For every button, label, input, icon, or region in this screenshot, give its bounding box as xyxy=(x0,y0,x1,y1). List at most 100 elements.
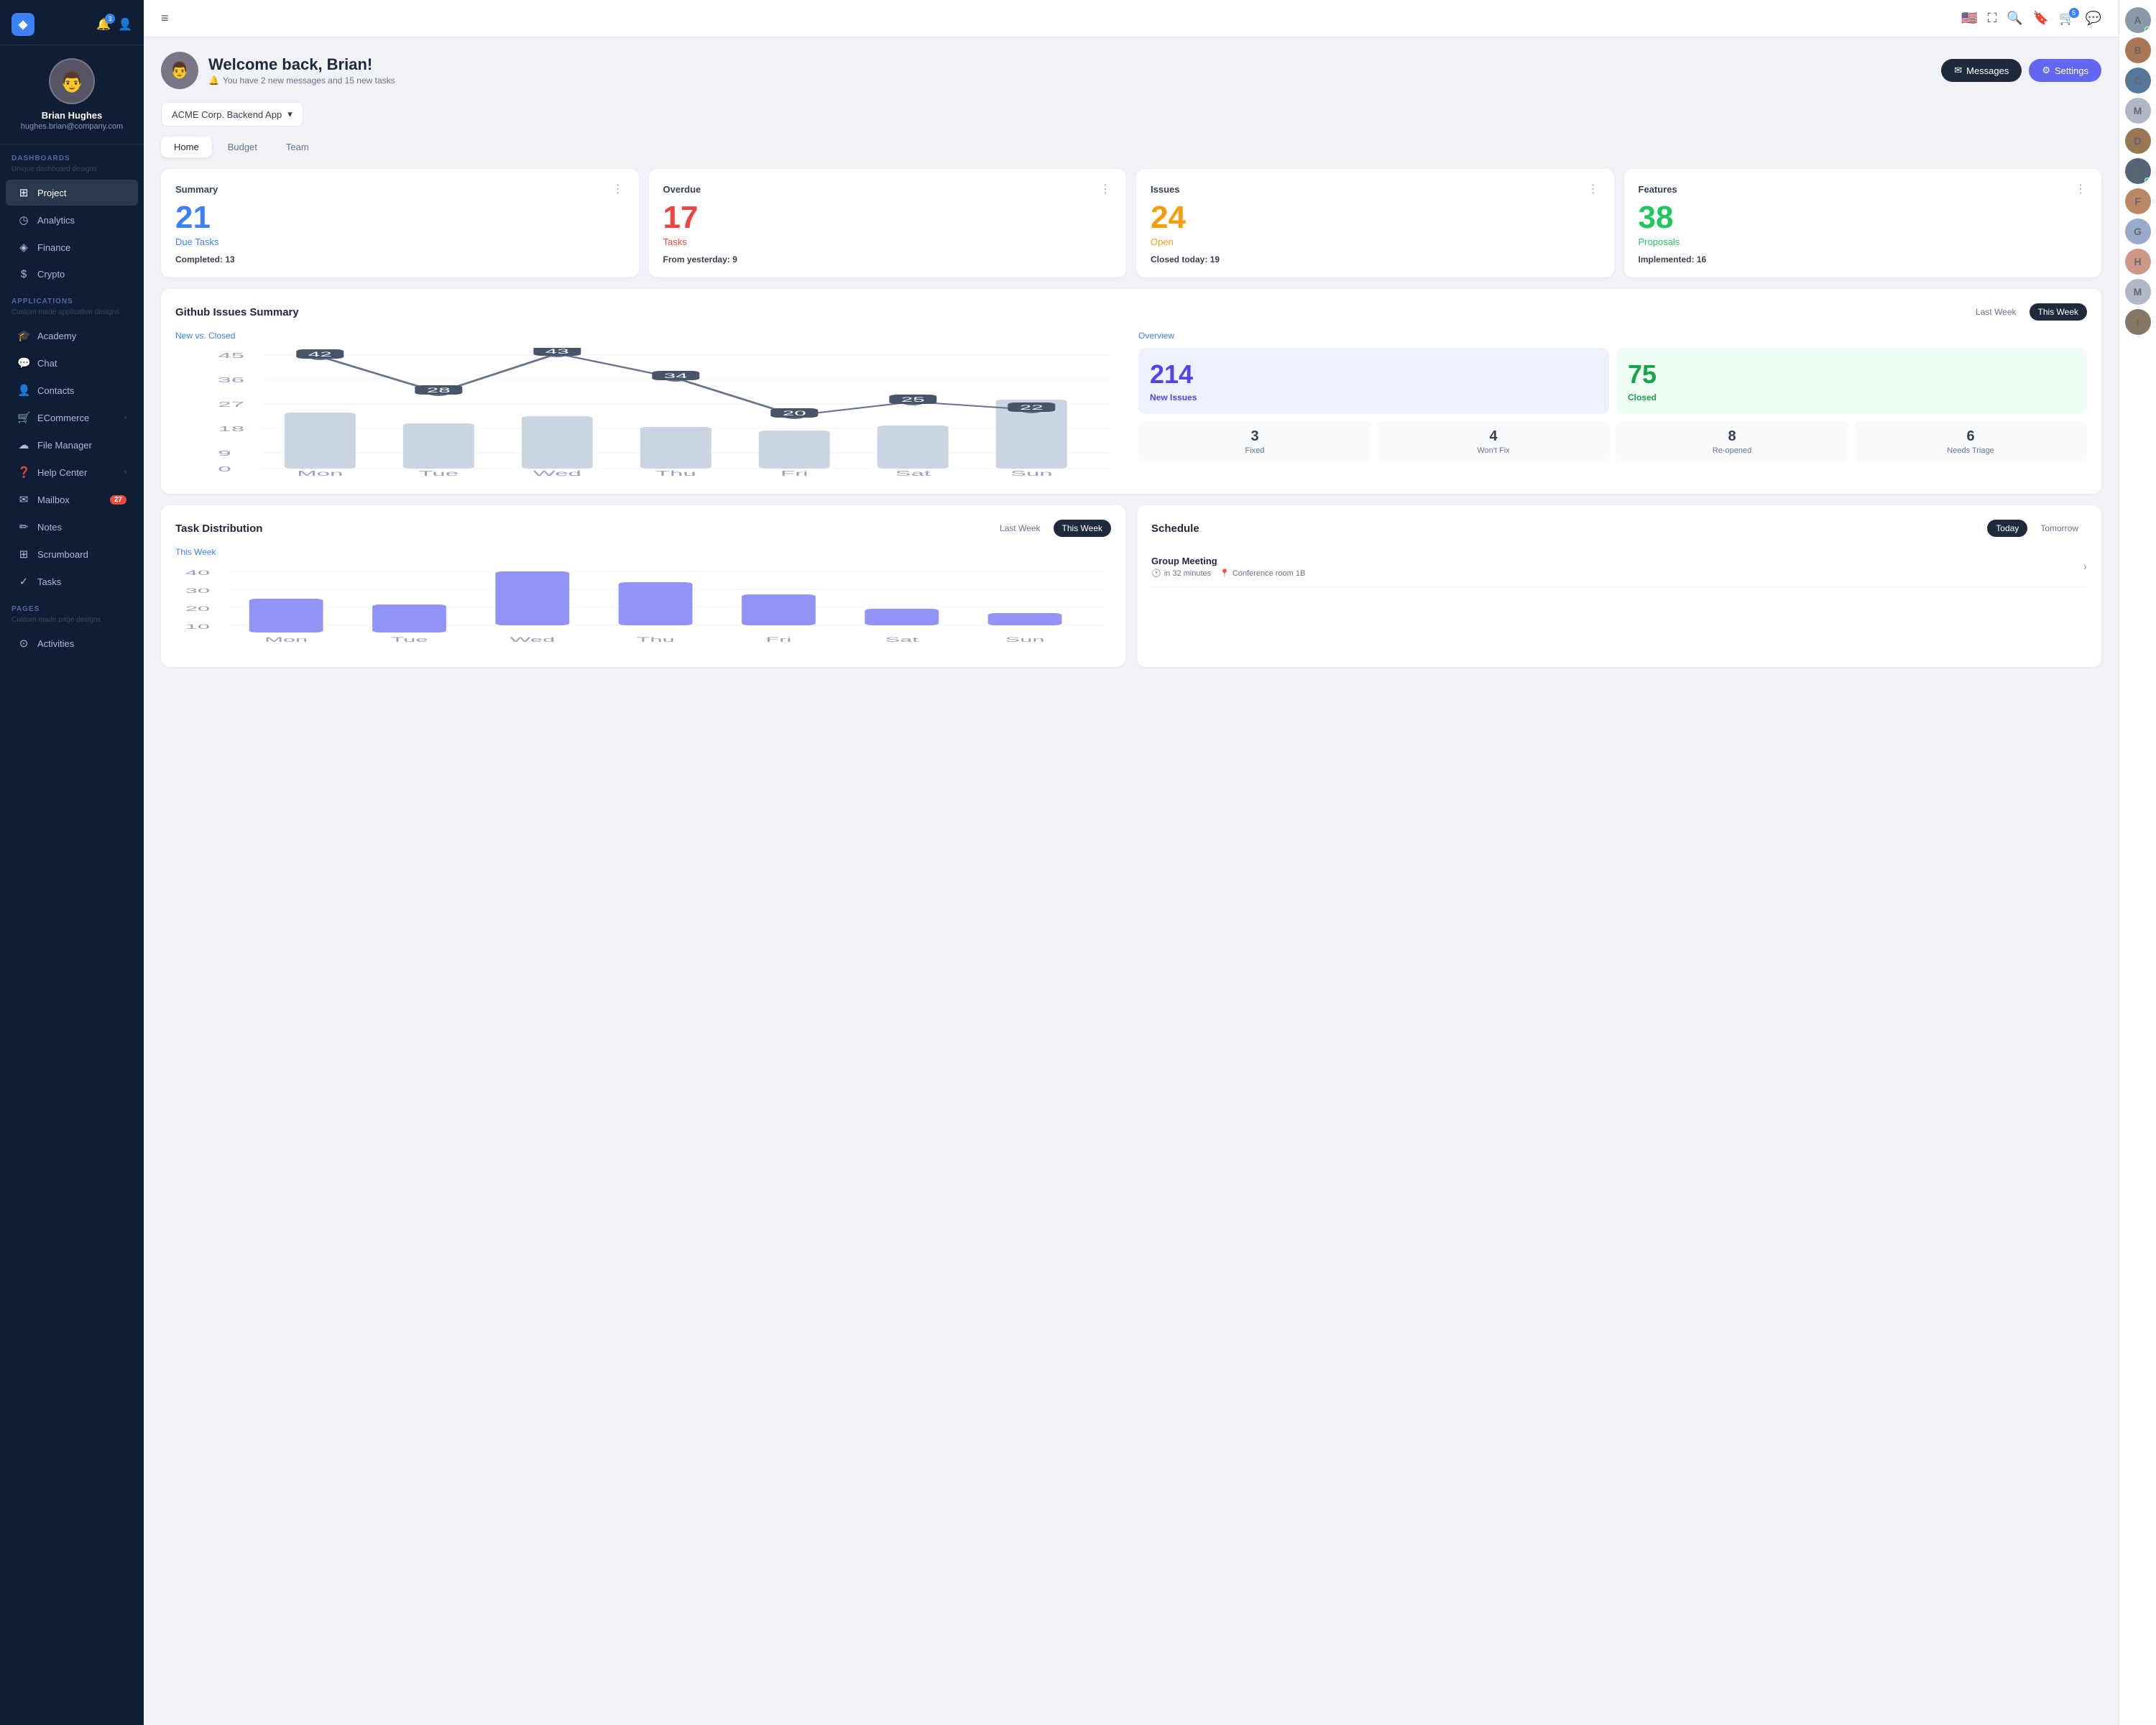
sidebar-item-filemanager[interactable]: ☁ File Manager xyxy=(6,432,138,458)
stat-card-header-summary: Summary ⋮ xyxy=(175,182,625,196)
mini-wontfix: 4 Won't Fix xyxy=(1377,421,1610,462)
sidebar-item-finance[interactable]: ◈ Finance xyxy=(6,234,138,260)
sidebar-label-scrumboard: Scrumboard xyxy=(37,549,126,560)
right-avatar-10[interactable]: M xyxy=(2125,279,2151,305)
bookmark-icon[interactable]: 🔖 xyxy=(2033,11,2049,26)
settings-button[interactable]: ⚙ Settings xyxy=(2029,59,2101,82)
svg-text:40: 40 xyxy=(185,569,210,576)
svg-text:Mon: Mon xyxy=(297,470,343,478)
sidebar-item-crypto[interactable]: $ Crypto xyxy=(6,262,138,287)
sidebar-item-analytics[interactable]: ◷ Analytics xyxy=(6,207,138,233)
menu-icon[interactable]: ≡ xyxy=(161,11,169,26)
overview-top: 214 New Issues 75 Closed xyxy=(1138,348,2087,414)
right-avatar-7[interactable]: F xyxy=(2125,188,2151,214)
github-title: Github Issues Summary xyxy=(175,306,299,318)
right-avatar-2[interactable]: B xyxy=(2125,37,2151,63)
right-avatar-1[interactable]: A xyxy=(2125,7,2151,33)
sidebar-label-chat: Chat xyxy=(37,358,126,369)
svg-text:Fri: Fri xyxy=(780,470,808,478)
search-icon[interactable]: 🔍 xyxy=(2007,11,2022,26)
event-arrow-icon[interactable]: › xyxy=(2083,561,2087,574)
sidebar-item-ecommerce[interactable]: 🛒 ECommerce › xyxy=(6,405,138,431)
right-avatar-11[interactable]: I xyxy=(2125,309,2151,335)
svg-text:34: 34 xyxy=(664,372,688,380)
project-selector[interactable]: ACME Corp. Backend App ▾ xyxy=(161,102,303,126)
right-avatar-6[interactable]: E xyxy=(2125,158,2151,184)
stat-title-overdue: Overdue xyxy=(663,184,701,195)
github-lastweek-btn[interactable]: Last Week xyxy=(1967,303,2024,321)
right-avatar-9[interactable]: H xyxy=(2125,249,2151,275)
sidebar-label-filemanager: File Manager xyxy=(37,440,126,451)
github-section: Github Issues Summary Last Week This Wee… xyxy=(161,289,2101,494)
right-avatar-5[interactable]: D xyxy=(2125,128,2151,154)
svg-text:36: 36 xyxy=(218,377,244,385)
gear-icon: ⚙ xyxy=(2042,65,2050,76)
right-panel: A B C M D E F G H M I xyxy=(2119,0,2156,1725)
messages-button[interactable]: ✉ Messages xyxy=(1941,59,2022,82)
user-button[interactable]: 👤 xyxy=(118,17,132,32)
svg-text:Sat: Sat xyxy=(885,636,919,643)
sidebar-item-chat[interactable]: 💬 Chat xyxy=(6,350,138,376)
right-avatar-3[interactable]: C xyxy=(2125,68,2151,93)
tab-team[interactable]: Team xyxy=(273,137,322,157)
sidebar-item-mailbox[interactable]: ✉ Mailbox 27 xyxy=(6,487,138,512)
sidebar-label-analytics: Analytics xyxy=(37,215,126,226)
stat-menu-overdue[interactable]: ⋮ xyxy=(1100,182,1112,196)
tabs: Home Budget Team xyxy=(161,137,2101,157)
event-info: Group Meeting 🕐 in 32 minutes 📍 Conferen… xyxy=(1151,556,1305,578)
right-avatar-8[interactable]: G xyxy=(2125,218,2151,244)
schedule-tomorrow-btn[interactable]: Tomorrow xyxy=(2032,520,2087,537)
sidebar-item-scrumboard[interactable]: ⊞ Scrumboard xyxy=(6,541,138,567)
project-selector-label: ACME Corp. Backend App xyxy=(172,109,282,120)
task-dist-thisweek-btn[interactable]: This Week xyxy=(1054,520,1111,537)
github-thisweek-btn[interactable]: This Week xyxy=(2030,303,2087,321)
stat-card-features: Features ⋮ 38 Proposals Implemented: 16 xyxy=(1624,169,2102,277)
stat-menu-summary[interactable]: ⋮ xyxy=(612,182,625,196)
schedule-toggle: Today Tomorrow xyxy=(1987,520,2087,537)
overview-label: Overview xyxy=(1138,331,2087,341)
notifications-button[interactable]: 🔔 3 xyxy=(96,17,111,32)
sidebar-item-academy[interactable]: 🎓 Academy xyxy=(6,323,138,349)
cart-icon[interactable]: 🛒 5 xyxy=(2059,11,2075,26)
stat-sub-issues: Closed today: 19 xyxy=(1151,254,1600,264)
svg-text:Wed: Wed xyxy=(533,470,581,478)
main-area: ≡ 🇺🇸 ⛶ 🔍 🔖 🛒 5 💬 👨 Welcome back, Brian! xyxy=(144,0,2119,1725)
stat-menu-issues[interactable]: ⋮ xyxy=(1588,182,1600,196)
stat-number-features: 38 xyxy=(1639,201,2088,235)
crypto-icon: $ xyxy=(17,268,30,280)
tab-home[interactable]: Home xyxy=(161,137,212,157)
new-issues-card: 214 New Issues xyxy=(1138,348,1609,414)
new-issues-number: 214 xyxy=(1150,359,1598,390)
sidebar-label-activities: Activities xyxy=(37,638,126,649)
schedule-title: Schedule xyxy=(1151,523,1199,535)
sidebar-item-tasks[interactable]: ✓ Tasks xyxy=(6,569,138,594)
welcome-notification: 🔔 You have 2 new messages and 15 new tas… xyxy=(208,75,395,86)
sidebar-item-project[interactable]: ⊞ Project xyxy=(6,180,138,206)
right-avatar-4[interactable]: M xyxy=(2125,98,2151,124)
mini-triage-label: Needs Triage xyxy=(1947,446,1994,455)
messages-icon[interactable]: 💬 xyxy=(2086,11,2101,26)
stat-menu-features[interactable]: ⋮ xyxy=(2075,182,2087,196)
task-bar-chart: 40 30 20 10 Mon Tu xyxy=(175,564,1111,650)
helpcenter-arrow-icon: › xyxy=(124,468,126,477)
overview-area: Overview 214 New Issues 75 Closed xyxy=(1138,331,2087,479)
sidebar-item-contacts[interactable]: 👤 Contacts xyxy=(6,377,138,403)
fullscreen-icon[interactable]: ⛶ xyxy=(1988,11,1997,26)
section-label-dashboards: DASHBOARDS xyxy=(0,144,144,165)
sidebar-item-notes[interactable]: ✏ Notes xyxy=(6,514,138,540)
svg-text:Mon: Mon xyxy=(264,636,308,643)
mini-triage-num: 6 xyxy=(1966,428,1974,445)
task-dist-lastweek-btn[interactable]: Last Week xyxy=(991,520,1049,537)
sidebar-item-helpcenter[interactable]: ❓ Help Center › xyxy=(6,459,138,485)
flag-icon[interactable]: 🇺🇸 xyxy=(1961,11,1977,26)
content-area: 👨 Welcome back, Brian! 🔔 You have 2 new … xyxy=(144,37,2119,1725)
event-time: 🕐 in 32 minutes xyxy=(1151,569,1211,578)
sidebar-item-activities[interactable]: ⊙ Activities xyxy=(6,630,138,656)
svg-text:Sat: Sat xyxy=(895,470,931,478)
sidebar-label-helpcenter: Help Center xyxy=(37,467,116,478)
app-logo[interactable]: ◆ xyxy=(11,13,34,36)
schedule-today-btn[interactable]: Today xyxy=(1987,520,2027,537)
analytics-icon: ◷ xyxy=(17,213,30,226)
closed-card: 75 Closed xyxy=(1616,348,2087,414)
tab-budget[interactable]: Budget xyxy=(215,137,270,157)
